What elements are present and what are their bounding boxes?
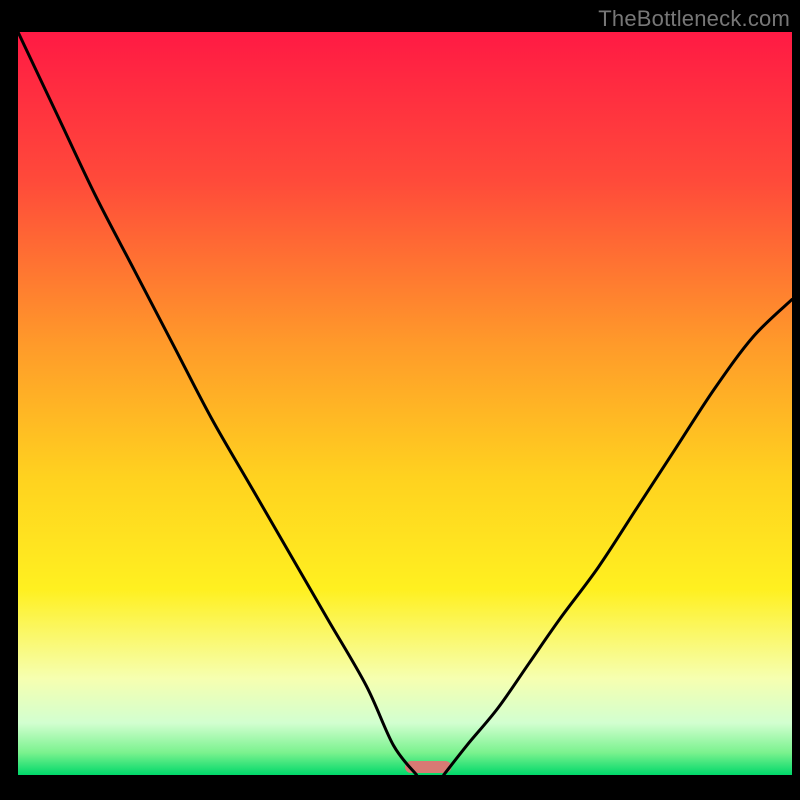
attribution-label: TheBottleneck.com xyxy=(598,6,790,32)
chart-plot-area xyxy=(18,32,792,775)
chart-container: TheBottleneck.com xyxy=(0,0,800,800)
bottleneck-chart xyxy=(0,0,800,800)
